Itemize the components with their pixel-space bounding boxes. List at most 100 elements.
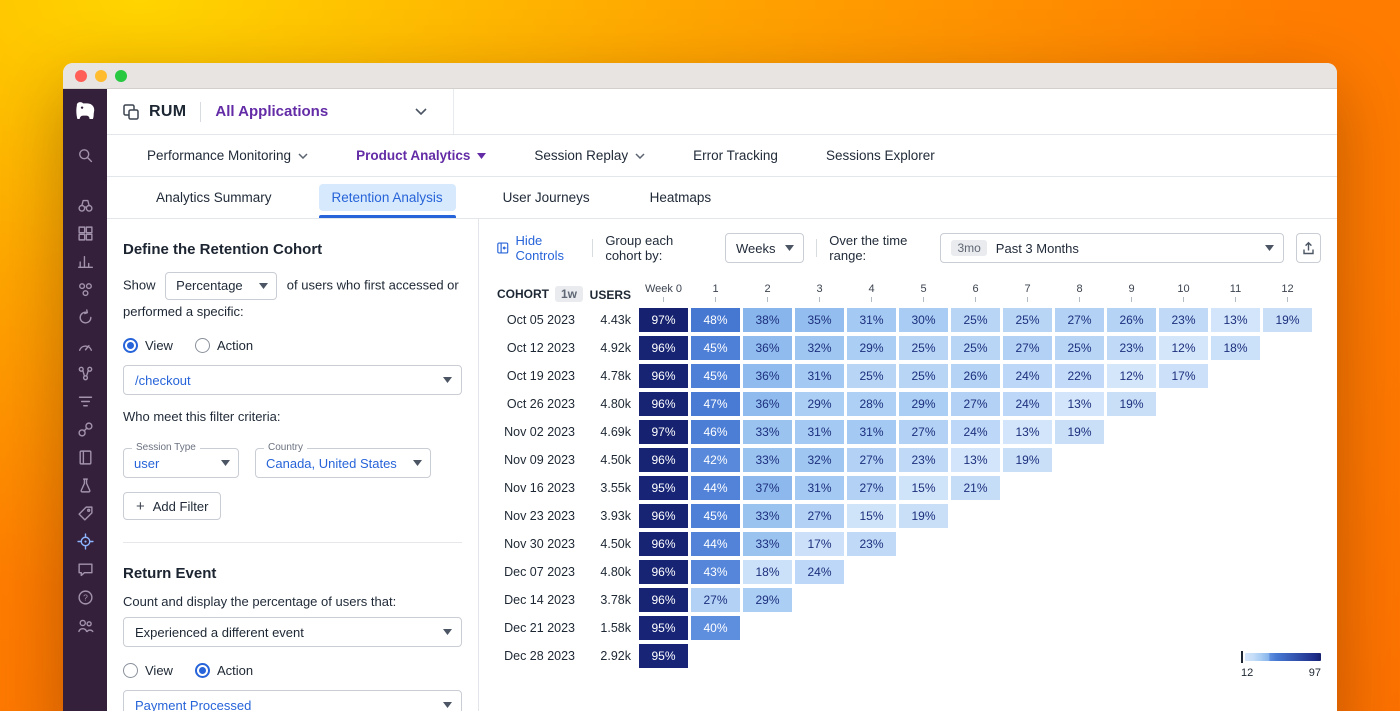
application-selector[interactable]: All Applications [215,103,427,120]
retention-cell[interactable]: 45% [691,504,740,528]
minimize-window-button[interactable] [95,70,107,82]
retention-cell[interactable]: 22% [1055,364,1104,388]
retention-cell[interactable]: 31% [795,420,844,444]
retention-cell[interactable]: 96% [639,336,688,360]
retention-cell[interactable]: 27% [899,420,948,444]
retention-cell[interactable]: 96% [639,560,688,584]
retention-cell[interactable]: 27% [1055,308,1104,332]
retention-cell[interactable]: 23% [847,532,896,556]
retention-cell[interactable]: 33% [743,532,792,556]
retention-cell[interactable]: 96% [639,504,688,528]
ci-pipelines-icon[interactable] [71,303,99,331]
return-event-type-select[interactable]: Experienced a different event [123,617,462,647]
dashboards-icon[interactable] [71,219,99,247]
help-icon[interactable]: ? [71,583,99,611]
tab-session-replay[interactable]: Session Replay [510,135,669,176]
retention-cell[interactable]: 36% [743,336,792,360]
cohort-event-select[interactable]: /checkout [123,365,462,395]
retention-cell[interactable]: 12% [1107,364,1156,388]
retention-cell[interactable]: 33% [743,448,792,472]
retention-cell[interactable]: 35% [795,308,844,332]
retention-cell[interactable]: 25% [1055,336,1104,360]
notebooks-icon[interactable] [71,443,99,471]
session-type-filter-select[interactable]: Session Typeuser [123,448,239,478]
organization-icon[interactable] [71,611,99,639]
retention-cell[interactable]: 37% [743,476,792,500]
retention-cell[interactable]: 15% [847,504,896,528]
retention-cell[interactable]: 29% [795,392,844,416]
tab-sessions-explorer[interactable]: Sessions Explorer [802,135,959,176]
return-action-select[interactable]: Payment Processed [123,690,462,711]
retention-cell[interactable]: 23% [1159,308,1208,332]
retention-cell[interactable]: 36% [743,364,792,388]
retention-cell[interactable]: 24% [1003,392,1052,416]
retention-cell[interactable]: 13% [951,448,1000,472]
retention-cell[interactable]: 27% [847,476,896,500]
retention-cell[interactable]: 95% [639,616,688,640]
synthetics-icon[interactable] [71,471,99,499]
retention-cell[interactable]: 26% [951,364,1000,388]
cohort-view-radio[interactable]: View [123,338,173,353]
retention-cell[interactable]: 19% [899,504,948,528]
retention-cell[interactable]: 33% [743,504,792,528]
feedback-icon[interactable] [71,555,99,583]
retention-cell[interactable]: 28% [847,392,896,416]
retention-cell[interactable]: 36% [743,392,792,416]
tab-performance-monitoring[interactable]: Performance Monitoring [123,135,332,176]
retention-cell[interactable]: 19% [1263,308,1312,332]
retention-cell[interactable]: 96% [639,588,688,612]
retention-cell[interactable]: 48% [691,308,740,332]
close-window-button[interactable] [75,70,87,82]
retention-cell[interactable]: 24% [1003,364,1052,388]
watchdog-icon[interactable] [71,191,99,219]
retention-cell[interactable]: 25% [899,364,948,388]
retention-cell[interactable]: 18% [743,560,792,584]
subtab-user-journeys[interactable]: User Journeys [484,177,609,218]
cohort-action-radio[interactable]: Action [195,338,253,353]
retention-cell[interactable]: 15% [899,476,948,500]
show-metric-select[interactable]: Percentage [165,272,277,300]
retention-cell[interactable]: 24% [951,420,1000,444]
logs-icon[interactable] [71,387,99,415]
retention-cell[interactable]: 25% [951,336,1000,360]
hide-controls-link[interactable]: Hide Controls [497,233,580,263]
retention-cell[interactable]: 25% [847,364,896,388]
country-filter-select[interactable]: CountryCanada, United States [255,448,431,478]
retention-cell[interactable]: 46% [691,420,740,444]
retention-cell[interactable]: 19% [1055,420,1104,444]
retention-cell[interactable]: 31% [847,308,896,332]
retention-cell[interactable]: 95% [639,644,688,668]
retention-cell[interactable]: 25% [951,308,1000,332]
retention-cell[interactable]: 13% [1055,392,1104,416]
retention-cell[interactable]: 27% [951,392,1000,416]
return-view-radio[interactable]: View [123,663,173,678]
rum-icon[interactable] [71,527,99,555]
retention-cell[interactable]: 31% [847,420,896,444]
retention-cell[interactable]: 17% [1159,364,1208,388]
retention-cell[interactable]: 96% [639,364,688,388]
subtab-retention-analysis[interactable]: Retention Analysis [313,177,462,218]
retention-cell[interactable]: 25% [1003,308,1052,332]
retention-cell[interactable]: 24% [795,560,844,584]
retention-cell[interactable]: 96% [639,392,688,416]
retention-cell[interactable]: 27% [1003,336,1052,360]
retention-cell[interactable]: 44% [691,476,740,500]
retention-cell[interactable]: 31% [795,364,844,388]
subtab-heatmaps[interactable]: Heatmaps [631,177,731,218]
retention-cell[interactable]: 97% [639,420,688,444]
retention-cell[interactable]: 25% [899,336,948,360]
retention-cell[interactable]: 47% [691,392,740,416]
retention-cell[interactable]: 96% [639,448,688,472]
search-icon[interactable] [71,141,99,169]
retention-cell[interactable]: 21% [951,476,1000,500]
retention-cell[interactable]: 96% [639,532,688,556]
retention-cell[interactable]: 23% [1107,336,1156,360]
retention-cell[interactable]: 29% [743,588,792,612]
time-range-select[interactable]: 3mo Past 3 Months [940,233,1283,263]
group-by-select[interactable]: Weeks [725,233,805,263]
metrics-icon[interactable] [71,247,99,275]
retention-cell[interactable]: 26% [1107,308,1156,332]
retention-cell[interactable]: 13% [1211,308,1260,332]
retention-cell[interactable]: 32% [795,336,844,360]
retention-cell[interactable]: 40% [691,616,740,640]
